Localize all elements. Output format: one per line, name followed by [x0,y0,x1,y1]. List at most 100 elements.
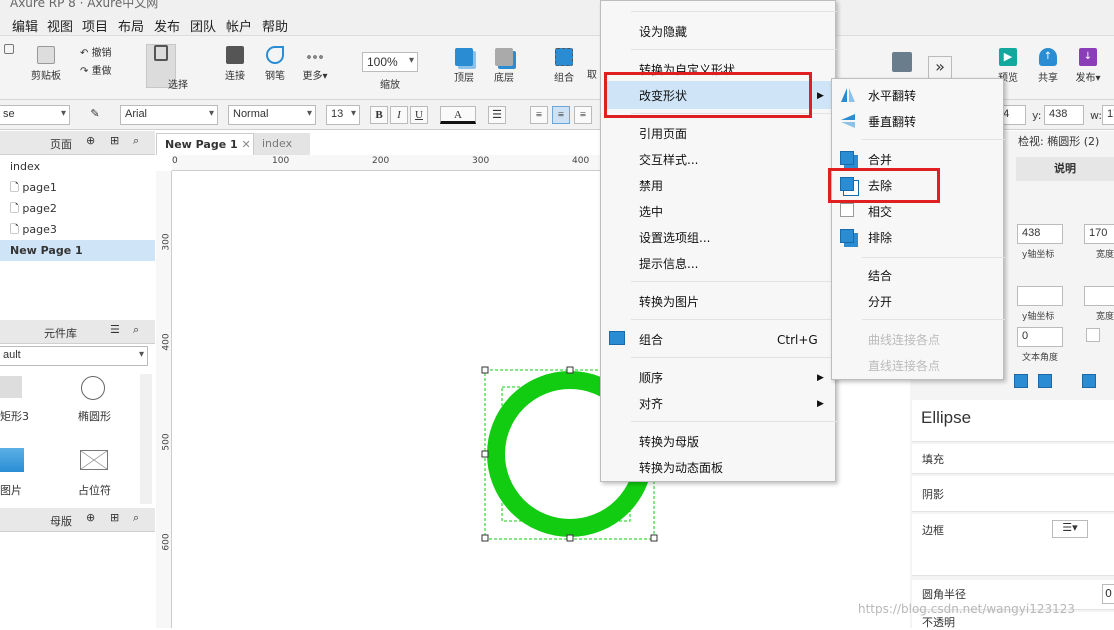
menu-item-disable[interactable]: 禁用 [639,173,663,199]
shadow-row[interactable]: 阴影 [912,476,1114,512]
panel-toggle-icon[interactable] [890,52,914,75]
add-master-icon[interactable]: ⊕ [86,511,95,524]
placeholder-widget-icon[interactable] [80,450,108,470]
menu-item-tooltip[interactable]: 提示信息... [639,251,698,277]
send-to-back-button[interactable]: 底层 [486,48,522,84]
menu-item-flip-vertical[interactable]: 垂直翻转 [868,109,916,135]
bullet-list-icon[interactable]: ☰ [488,106,506,124]
menu-icon[interactable]: ☰ [110,323,120,336]
library-select[interactable]: ault [0,346,148,366]
align-center-icon[interactable]: ≡ [552,106,570,124]
menu-item-convert-dynamic-panel[interactable]: 转换为动态面板 [639,455,723,481]
tree-label: index [10,160,41,173]
save-icon[interactable] [2,44,16,57]
italic-button[interactable]: I [390,106,408,124]
menu-item-curve-points: 曲线连接各点 [868,333,941,347]
align-icon[interactable] [1082,374,1096,388]
menu-item-select[interactable]: 选中 [639,199,663,225]
border-style-select[interactable]: ☰▾ [1052,520,1088,538]
widget-grid: 矩形3 椭圆形 图片 占位符 [0,370,155,506]
border-row[interactable]: 边框 ☰▾ [912,514,1114,576]
menu-item-group[interactable]: 组合 [639,327,663,353]
width-input[interactable]: 170 [1084,224,1114,244]
menu-item-flip-horizontal[interactable]: 水平翻转 [868,83,916,109]
menu-item-align[interactable]: 对齐 [639,391,663,417]
style-edit-icon[interactable]: ✎ [86,106,104,124]
w-input[interactable]: 17 [1102,105,1114,125]
tree-item-page2[interactable]: 🗋 page2 [0,198,155,219]
share-button[interactable]: ↑ 共享 [1034,48,1062,84]
tab-index[interactable]: index [254,133,310,155]
menu-item-break[interactable]: 分开 [868,289,892,315]
font-color-button[interactable]: A [440,106,476,124]
align-left-icon[interactable]: ≡ [530,106,548,124]
font-size-select[interactable]: 13 [326,105,360,125]
search-icon[interactable]: ⌕ [133,511,139,525]
menu-edit[interactable]: 编辑 [12,16,38,35]
image-widget-icon[interactable] [0,448,24,472]
pen-button[interactable]: 钢笔 [260,46,290,82]
menu-item-interaction-styles[interactable]: 交互样式... [639,147,698,173]
shape-name-field[interactable]: Ellipse [912,400,1114,442]
menu-item-option-group[interactable]: 设置选项组... [639,225,710,251]
flip-icon[interactable] [1086,328,1100,342]
menu-team[interactable]: 团队 [190,16,216,35]
tree-item-page1[interactable]: 🗋 page1 [0,177,155,198]
search-icon[interactable]: ⌕ [133,323,139,337]
undo-button[interactable]: ↶ 撤销 [80,44,120,59]
align-icon[interactable] [1038,374,1052,388]
y-input[interactable]: 438 [1044,105,1084,125]
ellipse-widget-icon[interactable] [81,376,105,400]
close-icon[interactable]: ✕ [242,138,251,151]
more-button[interactable]: 更多▾ [298,46,332,82]
menu-layout[interactable]: 布局 [118,16,144,35]
redo-button[interactable]: ↷ 重做 [80,62,120,77]
menu-item-order[interactable]: 顺序 [639,365,663,391]
align-right-icon[interactable]: ≡ [574,106,592,124]
menu-item-hide[interactable]: 设为隐藏 [639,19,687,45]
submenu-arrow-icon: ▶ [817,373,824,383]
bold-button[interactable]: B [370,106,388,124]
underline-button[interactable]: U [410,106,428,124]
clipboard-button[interactable]: 剪贴板 [28,46,64,82]
menu-help[interactable]: 帮助 [262,16,288,35]
menu-publish[interactable]: 发布 [154,16,180,35]
widget-scrollbar[interactable] [140,374,152,504]
corner-radius-input[interactable]: 0 [1102,584,1114,604]
tree-item-page3[interactable]: 🗋 page3 [0,219,155,240]
ruler-tick: 300 [161,233,172,251]
font-select[interactable]: Arial [120,105,218,125]
text-angle-input[interactable]: 0 [1017,327,1063,347]
menu-project[interactable]: 项目 [82,16,108,35]
menu-item-exclude[interactable]: 排除 [868,225,892,251]
tree-item-index[interactable]: index [0,156,155,177]
menu-account[interactable]: 帐户 [226,16,252,35]
width-input-2[interactable] [1084,286,1114,306]
menu-item-combine[interactable]: 结合 [868,263,892,289]
search-icon[interactable]: ⌕ [133,134,139,148]
menu-item-reference-page[interactable]: 引用页面 [639,121,687,147]
tab-notes[interactable]: 说明 [1016,157,1114,181]
inspector-title: 检视: 椭圆形 (2) [1018,135,1100,148]
connect-button[interactable]: 连接 [222,46,248,82]
rectangle-widget-icon[interactable] [0,376,22,398]
add-folder-icon[interactable]: ⊞ [110,134,119,147]
publish-button[interactable]: ↓ 发布▾ [1074,48,1102,84]
chevron-right-icon[interactable]: » [928,56,952,80]
add-folder-icon[interactable]: ⊞ [110,511,119,524]
font-weight-select[interactable]: Normal [228,105,316,125]
y-coordinate-input[interactable]: 438 [1017,224,1063,244]
style-select[interactable]: se [0,105,70,125]
tree-item-new-page-1[interactable]: New Page 1 [0,240,155,261]
add-page-icon[interactable]: ⊕ [86,134,95,147]
y-coordinate-input-2[interactable] [1017,286,1063,306]
group-button[interactable]: 组合 [546,48,582,84]
fill-row[interactable]: 填充 [912,444,1114,474]
align-icon[interactable] [1014,374,1028,388]
menu-view[interactable]: 视图 [47,16,73,35]
menu-item-convert-image[interactable]: 转换为图片 [639,289,699,315]
menu-item-convert-master[interactable]: 转换为母版 [639,429,699,455]
zoom-select[interactable]: 100% [362,52,418,72]
bring-to-front-button[interactable]: 顶层 [446,48,482,84]
tab-new-page-1[interactable]: New Page 1 ✕ [156,133,254,155]
